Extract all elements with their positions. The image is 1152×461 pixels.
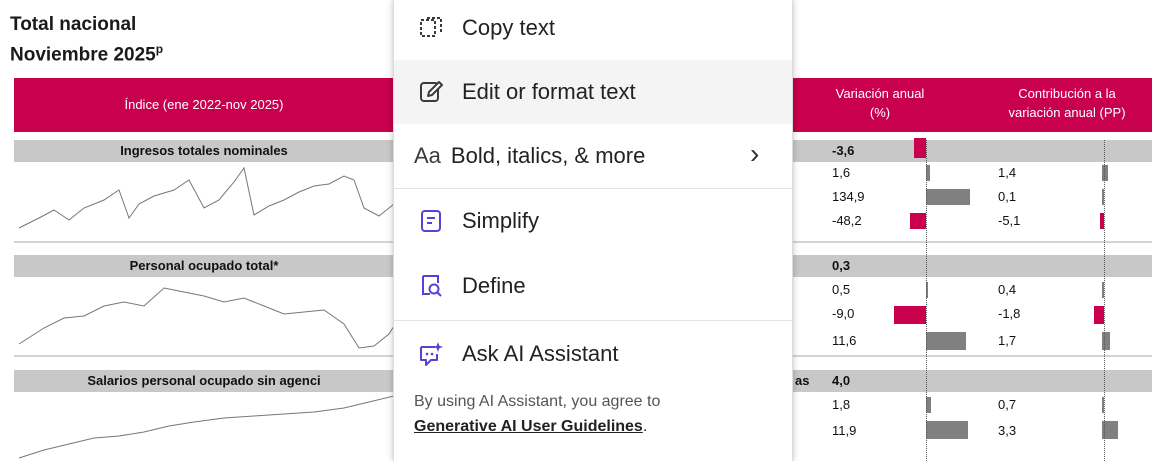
index-header: Índice (ene 2022-nov 2025) [14, 78, 394, 132]
report-subtitle-sup: p [155, 42, 164, 56]
sparkline [18, 287, 394, 349]
row-var: 0,5 [832, 282, 851, 297]
row-contrib: -5,1 [998, 213, 1021, 228]
ai-terms-line2: Generative AI User Guidelines. [414, 418, 647, 436]
ai-assistant-icon [416, 339, 446, 369]
menu-item-copy-text[interactable]: Copy text [394, 0, 792, 60]
row-var: 1,8 [832, 397, 851, 412]
menu-item-label: Define [462, 273, 526, 298]
section-total: 4,0 [832, 373, 851, 388]
text-format-icon: Aa [414, 143, 441, 168]
define-icon [416, 271, 446, 301]
row-contrib: 1,7 [998, 333, 1017, 348]
copy-text-icon [416, 13, 446, 43]
contrib-header-line2: variación anual (PP) [1008, 105, 1126, 120]
var-header-line1: Variación anual [835, 86, 925, 101]
variation-bar [926, 421, 968, 439]
row-var: -48,2 [832, 213, 862, 228]
row-contrib: 0,7 [998, 397, 1017, 412]
row-contrib: 1,4 [998, 165, 1017, 180]
row-var: 1,6 [832, 165, 851, 180]
menu-item-label: Ask AI Assistant [462, 341, 619, 366]
row-contrib: 0,4 [998, 282, 1017, 297]
contrib-bar [1094, 306, 1104, 324]
section-label-tail: as [795, 373, 810, 388]
menu-item-label: Simplify [462, 208, 540, 233]
menu-item-edit-format-text[interactable]: Edit or format text [394, 60, 792, 124]
row-contrib: -1,8 [998, 306, 1021, 321]
row-contrib: 3,3 [998, 423, 1017, 438]
contrib-bar [1102, 165, 1108, 181]
section-label: Personal ocupado total* [14, 255, 394, 277]
variation-bar [926, 189, 970, 205]
report-subtitle: Noviembre 2025p [10, 42, 163, 66]
section-label: Salarios personal ocupado sin agenci [14, 370, 394, 392]
menu-item-define[interactable]: Define [394, 254, 792, 318]
row-contrib: 0,1 [998, 189, 1017, 204]
variation-bar [926, 332, 966, 350]
value-header: Variación anual (%) Contribución a la va… [790, 78, 1152, 132]
edit-text-icon [416, 77, 446, 107]
simplify-icon [416, 206, 446, 236]
row-var: 11,6 [832, 333, 857, 348]
variation-bar [914, 138, 926, 158]
sparkline [18, 166, 394, 229]
section-total: -3,6 [832, 143, 855, 158]
row-var: 11,9 [832, 423, 857, 438]
var-header-line2: (%) [869, 105, 891, 120]
variation-bar [894, 306, 926, 324]
chevron-right-icon: › [750, 138, 760, 169]
sparkline [18, 395, 394, 459]
menu-item-ask-ai-assistant[interactable]: Ask AI Assistant [394, 322, 792, 386]
ai-guidelines-link[interactable]: Generative AI User Guidelines [414, 418, 643, 435]
row-var: 134,9 [832, 189, 865, 204]
ai-terms-note: By using AI Assistant, you agree to [414, 393, 661, 410]
ai-terms-period: . [642, 418, 648, 435]
menu-item-simplify[interactable]: Simplify [394, 189, 792, 253]
section-label: Ingresos totales nominales [14, 140, 394, 162]
report-subtitle-text: Noviembre 2025 [10, 44, 156, 66]
variation-bar [910, 213, 926, 229]
axis-line [926, 140, 927, 461]
section-total: 0,3 [832, 258, 851, 273]
contrib-header-line1: Contribución a la [1018, 86, 1116, 101]
context-menu: Copy text Edit or format text Aa Bold, i… [393, 0, 793, 461]
menu-item-label: Bold, italics, & more [450, 143, 646, 168]
menu-item-label: Edit or format text [462, 79, 636, 104]
axis-line [1104, 140, 1105, 461]
report-title: Total nacional [10, 14, 137, 35]
row-var: -9,0 [832, 306, 855, 321]
menu-separator [394, 320, 792, 321]
menu-item-bold-italics[interactable]: Aa Bold, italics, & more › [394, 124, 792, 188]
menu-item-label: Copy text [462, 15, 555, 40]
